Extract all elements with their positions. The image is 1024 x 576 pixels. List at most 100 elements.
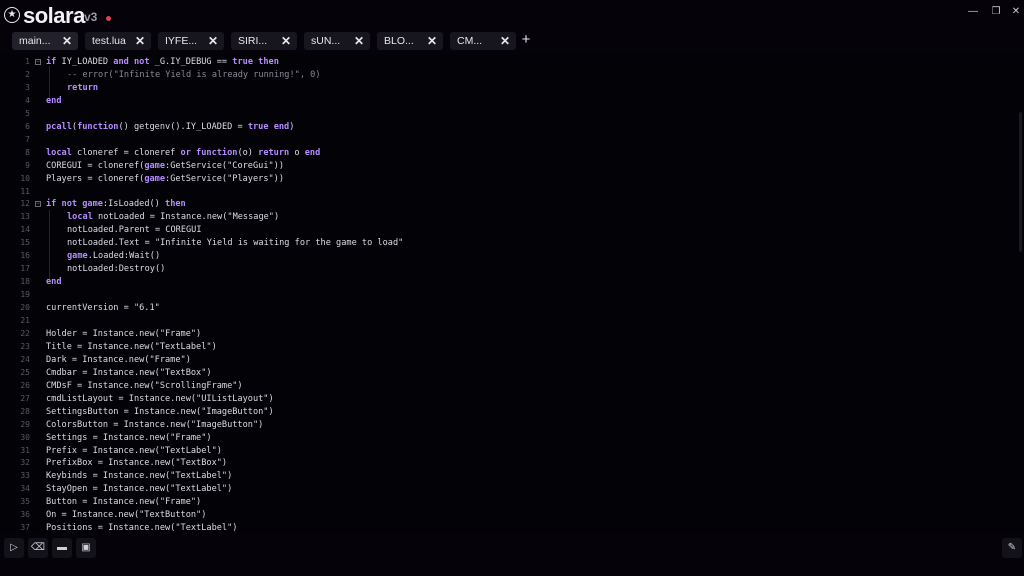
tab-bar: main... ✕ test.lua ✕ IYFE... ✕ SIRI... ✕ sUN... ✕…: [0, 30, 1024, 52]
line-number: 16: [20, 251, 30, 261]
code-line: Holder = Instance.new("Frame"): [46, 328, 202, 339]
code-line: Title = Instance.new("TextLabel"): [46, 341, 217, 352]
code-line: end: [46, 277, 62, 288]
line-number: 12: [20, 199, 30, 209]
code-line: game.Loaded:Wait(): [67, 251, 161, 262]
indent-guide: [49, 210, 50, 282]
line-number: 26: [20, 380, 30, 390]
line-number: 25: [20, 367, 30, 377]
code-line: Settings = Instance.new("Frame"): [46, 432, 212, 443]
line-number: 15: [20, 238, 30, 248]
execute-button[interactable]: ▷: [4, 538, 24, 558]
tab-6[interactable]: CM... ✕: [450, 32, 516, 50]
tab-close-icon[interactable]: ✕: [500, 34, 510, 48]
line-number: 6: [25, 121, 30, 131]
bottom-toolbar: ▷ ⌫ ▬ ▣ ✎: [0, 534, 1024, 576]
code-line: end: [46, 95, 62, 106]
line-number: 13: [20, 212, 30, 222]
tab-label: test.lua: [92, 35, 126, 47]
line-number: 28: [20, 406, 30, 416]
line-number: 37: [20, 523, 30, 533]
line-number: 22: [20, 328, 30, 338]
tab-4[interactable]: sUN... ✕: [304, 32, 370, 50]
settings-button[interactable]: ✎: [1002, 538, 1022, 558]
code-line: CMDsF = Instance.new("ScrollingFrame"): [46, 380, 243, 391]
save-file-button[interactable]: ▣: [76, 538, 96, 558]
editor-scrollbar[interactable]: [1019, 112, 1022, 252]
code-line: Button = Instance.new("Frame"): [46, 497, 202, 508]
tab-0[interactable]: main... ✕: [12, 32, 78, 50]
tab-3[interactable]: SIRI... ✕: [231, 32, 297, 50]
code-line: Keybinds = Instance.new("TextLabel"): [46, 471, 233, 482]
line-number: 23: [20, 341, 30, 351]
line-number: 4: [25, 95, 30, 105]
code-line: cmdListLayout = Instance.new("UIListLayo…: [46, 393, 274, 404]
code-line: if IY_LOADED and not _G.IY_DEBUG == true…: [46, 57, 279, 67]
tab-label: BLO...: [384, 35, 414, 47]
title-bar[interactable]: ★ solara v3 — ❐ ✕: [0, 0, 1024, 30]
code-line: notLoaded:Destroy(): [67, 264, 166, 275]
close-button[interactable]: ✕: [1009, 6, 1023, 18]
clear-button[interactable]: ⌫: [28, 538, 48, 558]
folder-icon: ▬: [57, 542, 67, 553]
tab-close-icon[interactable]: ✕: [208, 34, 218, 48]
line-number: 33: [20, 471, 30, 481]
line-number: 36: [20, 510, 30, 520]
line-number: 7: [25, 134, 30, 144]
line-number: 32: [20, 458, 30, 468]
tab-label: CM...: [457, 35, 483, 47]
code-line: -- error("Infinite Yield is already runn…: [67, 69, 321, 80]
code-line: local notLoaded = Instance.new("Message"…: [67, 212, 280, 223]
line-number: 24: [20, 354, 30, 364]
tab-1[interactable]: test.lua ✕: [85, 32, 151, 50]
tab-close-icon[interactable]: ✕: [354, 34, 364, 48]
tab-label: SIRI...: [238, 35, 268, 47]
code-line: pcall(function() getgenv().IY_LOADED = t…: [46, 121, 295, 132]
fold-toggle-icon[interactable]: −: [35, 59, 41, 65]
code-line: return: [67, 82, 99, 93]
line-number: 14: [20, 225, 30, 235]
line-number: 2: [25, 69, 30, 79]
line-number: 31: [20, 445, 30, 455]
tab-2[interactable]: IYFE... ✕: [158, 32, 224, 50]
code-line: PrefixBox = Instance.new("TextBox"): [46, 458, 228, 469]
line-number: 11: [20, 186, 30, 196]
code-line: notLoaded.Text = "Infinite Yield is wait…: [67, 238, 404, 249]
maximize-button[interactable]: ❐: [989, 6, 1003, 18]
fold-toggle-icon[interactable]: −: [35, 201, 41, 208]
tab-5[interactable]: BLO... ✕: [377, 32, 443, 50]
line-number: 10: [20, 173, 30, 183]
app-name: solara: [23, 3, 85, 28]
save-icon: ▣: [81, 542, 91, 553]
star-logo-icon: ★: [4, 7, 20, 23]
code-line: Players = cloneref(game:GetService("Play…: [46, 173, 285, 184]
tab-close-icon[interactable]: ✕: [427, 34, 437, 48]
eraser-icon: ⌫: [30, 542, 46, 553]
line-number: 5: [25, 108, 30, 118]
line-number: 30: [20, 432, 30, 442]
code-line: ColorsButton = Instance.new("ImageButton…: [46, 419, 264, 430]
minimize-button[interactable]: —: [966, 6, 980, 18]
code-line: Cmdbar = Instance.new("TextBox"): [46, 367, 212, 378]
play-icon: ▷: [10, 542, 18, 553]
solara-window: ★ solara v3 — ❐ ✕ main... ✕ test.lua ✕ IYFE.…: [0, 0, 1024, 576]
line-number: 1: [25, 57, 30, 66]
code-line: if not game:IsLoaded() then: [46, 199, 186, 210]
code-line: Prefix = Instance.new("TextLabel"): [46, 445, 222, 456]
open-file-button[interactable]: ▬: [52, 538, 72, 558]
status-dot: [106, 16, 111, 21]
tab-close-icon[interactable]: ✕: [135, 34, 145, 48]
code-line: Dark = Instance.new("Frame"): [46, 354, 191, 365]
tab-close-icon[interactable]: ✕: [281, 34, 291, 48]
app-version: v3: [84, 10, 98, 24]
line-number: 35: [20, 497, 30, 507]
line-number: 21: [20, 316, 30, 325]
line-number: 27: [20, 393, 30, 403]
new-tab-button[interactable]: +: [519, 32, 533, 48]
code-editor[interactable]: 1− if IY_LOADED and not _G.IY_DEBUG == tr…: [0, 54, 1024, 534]
line-number: 19: [20, 290, 30, 300]
pin-icon: ✎: [1007, 542, 1017, 553]
tab-label: IYFE...: [165, 35, 198, 47]
code-line: local cloneref = cloneref or function(o)…: [46, 147, 321, 158]
tab-close-icon[interactable]: ✕: [62, 34, 72, 48]
